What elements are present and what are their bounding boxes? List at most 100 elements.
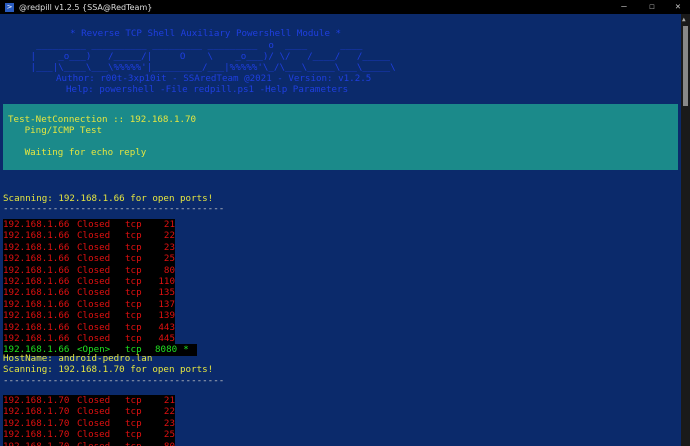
port-scan-row: 192.168.1.70 Closed tcp 25 xyxy=(3,429,175,441)
row-proto: tcp xyxy=(125,253,142,265)
row-ip: 192.168.1.70 xyxy=(3,406,70,418)
minimize-button[interactable]: — xyxy=(612,0,636,14)
banner-author: Author: r00t-3xp10it - SSAredTeam @2021 … xyxy=(56,73,372,84)
row-state: Closed xyxy=(77,441,125,446)
row-mark: * xyxy=(183,344,189,356)
row-port: 21 xyxy=(163,395,175,406)
row-ip: 192.168.1.66 xyxy=(3,276,70,287)
port-scan-row: 192.168.1.70 Closed tcp 23 xyxy=(3,417,175,430)
row-state: Closed xyxy=(77,406,111,418)
row-proto: tcp xyxy=(125,395,142,406)
banner-help: Help: powershell -File redpill.ps1 -Help… xyxy=(66,84,349,95)
window-title: @redpill v1.2.5 {SSA@RedTeam} xyxy=(19,2,153,12)
terminal-output[interactable]: * Reverse TCP Shell Auxiliary Powershell… xyxy=(0,14,681,446)
row-ip: 192.168.1.70 xyxy=(3,441,77,446)
row-ip: 192.168.1.70 xyxy=(3,395,70,406)
row-state: Closed xyxy=(77,219,111,230)
scrollbar[interactable]: ▲ xyxy=(681,14,690,446)
scan2-header: Scanning: 192.168.1.70 for open ports! xyxy=(3,364,214,375)
row-port: 443 xyxy=(158,321,175,333)
port-scan-row: 192.168.1.66 Closed tcp 110 xyxy=(3,276,175,288)
port-scan-row: 192.168.1.66 Closed tcp 80 xyxy=(3,264,175,276)
row-port: 25 xyxy=(163,253,175,265)
row-port: 23 xyxy=(163,417,175,429)
row-ip: 192.168.1.66 xyxy=(3,253,70,265)
row-state: Closed xyxy=(77,241,111,253)
row-port: 80 xyxy=(163,264,175,276)
row-ip: 192.168.1.70 xyxy=(3,417,70,429)
row-port: 139 xyxy=(158,310,175,322)
row-state: Closed xyxy=(77,310,111,322)
row-state: Closed xyxy=(77,298,111,310)
row-port: 25 xyxy=(163,429,175,441)
row-port: 135 xyxy=(158,287,175,299)
port-scan-row: 192.168.1.66 Closed tcp 25 xyxy=(3,253,175,265)
progress-subtitle: Ping/ICMP Test xyxy=(8,125,103,136)
row-ip: 192.168.1.66 xyxy=(3,264,70,276)
row-state: Closed xyxy=(77,253,111,265)
scan2-separator: ---------------------------------------- xyxy=(3,375,225,386)
port-scan-row: 192.168.1.66 Closed tcp 137 xyxy=(3,298,175,311)
row-state: Closed xyxy=(77,287,111,299)
row-ip: 192.168.1.66 xyxy=(3,333,70,344)
row-state: Closed xyxy=(77,264,111,276)
row-state: Closed xyxy=(77,230,111,242)
banner-title: * Reverse TCP Shell Auxiliary Powershell… xyxy=(70,28,342,39)
port-scan-row: 192.168.1.66 Closed tcp 23 xyxy=(3,241,175,254)
row-state: Closed xyxy=(77,429,111,441)
scan1-separator: ---------------------------------------- xyxy=(3,203,225,214)
row-proto: tcp xyxy=(125,333,142,344)
row-ip: 192.168.1.66 xyxy=(3,219,70,230)
row-port: 22 xyxy=(163,230,175,242)
port-scan-row: 192.168.1.66 Closed tcp 21 xyxy=(3,219,175,231)
banner-ascii-2: | _o___) /_____/| O \ _o___)/ \/ /____/ … xyxy=(25,51,391,62)
row-ip: 192.168.1.66 xyxy=(3,321,70,333)
row-proto: tcp xyxy=(125,230,142,242)
row-state: Closed xyxy=(77,333,111,344)
row-ip: 192.168.1.66 xyxy=(3,287,70,299)
port-scan-row: 192.168.1.66 Closed tcp 22 xyxy=(3,230,175,242)
banner-ascii-1: _________ __________ _________ _________… xyxy=(25,40,363,51)
row-ip: 192.168.1.70 xyxy=(3,429,70,441)
close-button[interactable]: ✕ xyxy=(666,0,690,14)
port-scan-row: 192.168.1.70Closedtcp80 xyxy=(3,440,175,446)
row-port: 80 xyxy=(155,441,175,446)
port-scan-row: 192.168.1.66 Closed tcp 443 xyxy=(3,321,175,333)
row-port: 22 xyxy=(163,406,175,418)
row-port: 23 xyxy=(163,241,175,253)
row-state: Closed xyxy=(77,321,111,333)
row-proto: tcp xyxy=(125,276,142,287)
port-scan-row: 192.168.1.70 Closed tcp 22 xyxy=(3,406,175,418)
scrollbar-thumb[interactable] xyxy=(683,26,688,106)
row-ip: 192.168.1.66 xyxy=(3,230,70,242)
row-proto: tcp xyxy=(125,298,142,310)
row-ip: 192.168.1.66 xyxy=(3,241,70,253)
progress-title: Test-NetConnection :: 192.168.1.70 xyxy=(8,114,197,125)
banner-ascii-3: |___|\____\___\%%%%%'|_________/___|%%%%… xyxy=(25,62,396,73)
scroll-up-icon[interactable]: ▲ xyxy=(682,16,686,23)
port-scan-row: 192.168.1.66 Closed tcp 135 xyxy=(3,287,175,299)
title-bar: > @redpill v1.2.5 {SSA@RedTeam} xyxy=(0,0,690,14)
row-proto: tcp xyxy=(125,406,142,418)
row-state: Closed xyxy=(77,395,111,406)
row-proto: tcp xyxy=(125,321,142,333)
row-proto: tcp xyxy=(125,429,142,441)
port-scan-row: 192.168.1.70 Closed tcp 21 xyxy=(3,395,175,407)
row-port: 8080 xyxy=(155,344,178,356)
maximize-button[interactable]: ☐ xyxy=(640,0,664,14)
row-port: 137 xyxy=(158,298,175,310)
row-proto: tcp xyxy=(125,417,142,429)
row-proto: tcp xyxy=(125,310,142,322)
hostname: HostName: android-pedro.lan xyxy=(3,353,153,364)
row-port: 110 xyxy=(158,276,175,287)
row-proto: tcp xyxy=(125,441,155,446)
progress-status: Waiting for echo reply xyxy=(8,147,147,158)
row-proto: tcp xyxy=(125,219,142,230)
row-state: Closed xyxy=(77,276,111,287)
row-state: Closed xyxy=(77,417,111,429)
row-ip: 192.168.1.66 xyxy=(3,310,70,322)
port-scan-row: 192.168.1.66 Closed tcp 445 xyxy=(3,333,175,345)
row-port: 445 xyxy=(158,333,175,344)
row-ip: 192.168.1.66 xyxy=(3,298,70,310)
row-proto: tcp xyxy=(125,287,142,299)
